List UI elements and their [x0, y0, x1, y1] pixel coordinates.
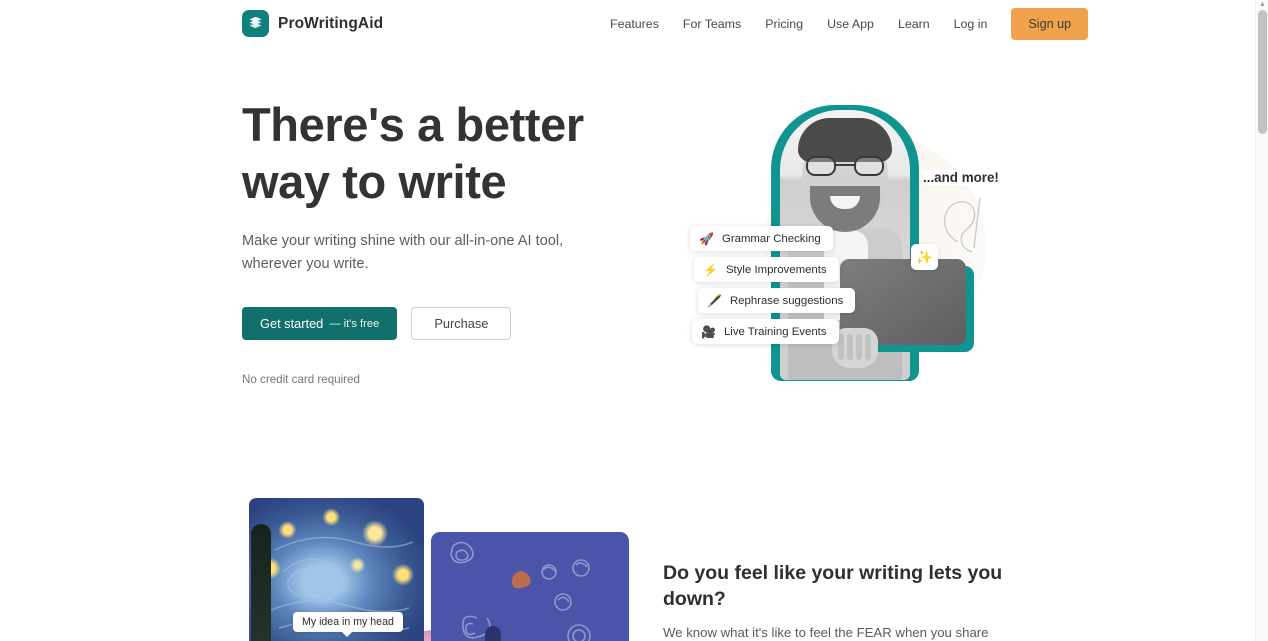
- hero-illustration: ✨ ...and more! 🚀 Grammar Checking ⚡ Styl…: [660, 96, 1032, 396]
- main-navigation: Features For Teams Pricing Use App Learn…: [598, 0, 1089, 48]
- no-credit-card-note: No credit card required: [242, 373, 360, 386]
- balloon-doodle-icon: [944, 197, 981, 253]
- video-camera-icon: 🎥: [701, 324, 716, 339]
- hero-section: There's a better way to write Make your …: [242, 96, 642, 386]
- sketch-illustration: [431, 532, 629, 641]
- lower-section-body: We know what it's like to feel the FEAR …: [663, 625, 989, 640]
- get-started-button[interactable]: Get started — it's free: [242, 307, 398, 340]
- feature-pill-list: 🚀 Grammar Checking ⚡ Style Improvements …: [690, 226, 856, 344]
- book-pages-icon: [242, 10, 269, 37]
- and-more-label: ...and more!: [923, 170, 999, 185]
- hero-title-line-1: There's a better: [242, 98, 584, 151]
- nav-learn[interactable]: Learn: [886, 11, 942, 37]
- sketch-cypress: [485, 626, 501, 641]
- nav-pricing[interactable]: Pricing: [753, 11, 815, 37]
- feature-pill-label: Style Improvements: [725, 263, 827, 276]
- lower-section-title: Do you feel like your writing lets you d…: [663, 562, 1003, 610]
- idea-gallery: My idea in my head: [249, 498, 629, 641]
- page-root: ProWritingAid Features For Teams Pricing…: [0, 0, 1268, 641]
- hero-cta-group: Get started — it's free Purchase: [242, 307, 642, 340]
- get-started-label: Get started: [260, 316, 324, 331]
- feature-pill-label: Rephrase suggestions: [729, 294, 844, 307]
- purchase-button[interactable]: Purchase: [411, 307, 512, 340]
- get-started-suffix: — it's free: [329, 317, 380, 330]
- feature-pill-style-improvements[interactable]: ⚡ Style Improvements: [694, 257, 839, 282]
- glasses-icon: [806, 156, 884, 176]
- rocket-icon: 🚀: [699, 231, 714, 246]
- brand-logo-link[interactable]: ProWritingAid: [242, 10, 383, 37]
- feature-pill-label: Live Training Events: [723, 325, 827, 338]
- feature-pill-label: Grammar Checking: [721, 232, 821, 245]
- hero-subtitle: Make your writing shine with our all-in-…: [242, 233, 564, 272]
- scrollbar-thumb[interactable]: [1258, 10, 1267, 134]
- lightning-icon: ⚡: [703, 262, 718, 277]
- nav-log-in[interactable]: Log in: [942, 11, 1000, 37]
- site-header: ProWritingAid Features For Teams Pricing…: [0, 0, 1256, 48]
- hero-title-line-2: way to write: [242, 155, 507, 208]
- nav-use-app[interactable]: Use App: [815, 11, 886, 37]
- starry-night-image: My idea in my head: [249, 498, 424, 641]
- idea-caption: My idea in my head: [293, 612, 403, 637]
- sign-up-button[interactable]: Sign up: [1011, 8, 1089, 40]
- page-title: There's a better way to write: [242, 96, 642, 210]
- pen-icon: 🖋️: [707, 293, 722, 308]
- feature-pill-rephrase-suggestions[interactable]: 🖋️ Rephrase suggestions: [698, 288, 856, 313]
- feature-pill-live-training-events[interactable]: 🎥 Live Training Events: [692, 319, 839, 344]
- nav-features[interactable]: Features: [598, 11, 671, 37]
- brand-name: ProWritingAid: [278, 14, 384, 32]
- scroll-up-arrow[interactable]: ▲: [1259, 1, 1266, 8]
- vertical-scrollbar[interactable]: ▲: [1255, 0, 1268, 641]
- nav-for-teams[interactable]: For Teams: [671, 11, 753, 37]
- lower-copy-block: Do you feel like your writing lets you d…: [663, 560, 1013, 641]
- feature-pill-grammar-checking[interactable]: 🚀 Grammar Checking: [690, 226, 833, 251]
